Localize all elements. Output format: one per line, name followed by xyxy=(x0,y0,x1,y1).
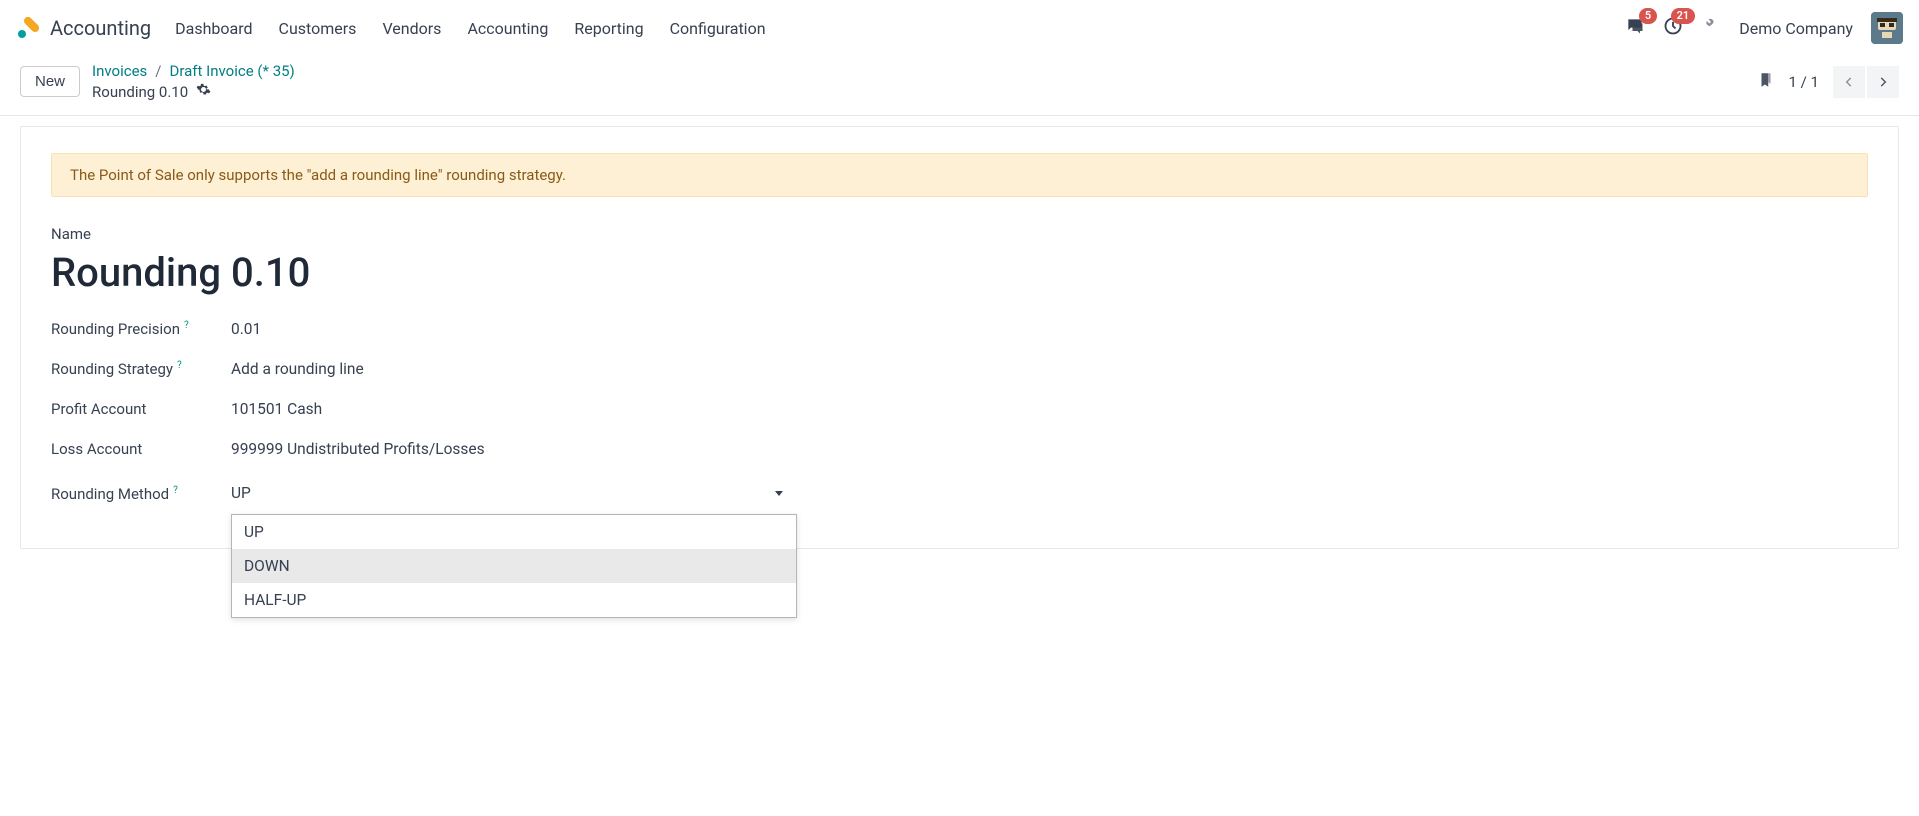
activities-icon[interactable]: 21 xyxy=(1663,16,1683,40)
nav-menu: Dashboard Customers Vendors Accounting R… xyxy=(175,19,765,38)
method-select[interactable]: UP UP DOWN HALF-UP xyxy=(231,480,791,508)
method-option-half-up[interactable]: HALF-UP xyxy=(232,583,796,617)
control-bar: New Invoices / Draft Invoice (* 35) Roun… xyxy=(0,56,1919,115)
strategy-value[interactable]: Add a rounding line xyxy=(231,360,791,378)
method-dropdown: UP DOWN HALF-UP xyxy=(231,514,797,618)
help-icon[interactable]: ? xyxy=(177,360,182,371)
messages-icon[interactable]: 5 xyxy=(1625,16,1645,40)
method-label: Rounding Method? xyxy=(51,485,231,503)
help-icon[interactable]: ? xyxy=(184,320,189,331)
nav-vendors[interactable]: Vendors xyxy=(382,19,441,38)
precision-label: Rounding Precision? xyxy=(51,320,231,338)
profit-account-label: Profit Account xyxy=(51,400,231,418)
strategy-label: Rounding Strategy? xyxy=(51,360,231,378)
chevron-down-icon xyxy=(775,491,783,496)
help-icon[interactable]: ? xyxy=(173,485,178,496)
breadcrumb-separator: / xyxy=(155,62,161,80)
name-value[interactable]: Rounding 0.10 xyxy=(51,249,1868,296)
loss-account-label: Loss Account xyxy=(51,440,231,458)
messages-badge: 5 xyxy=(1639,8,1657,24)
pager-prev-button[interactable] xyxy=(1833,66,1865,98)
app-name[interactable]: Accounting xyxy=(50,16,151,40)
activities-badge: 21 xyxy=(1671,8,1696,24)
breadcrumb: Invoices / Draft Invoice (* 35) Rounding… xyxy=(92,62,295,101)
nav-configuration[interactable]: Configuration xyxy=(670,19,766,38)
loss-account-value[interactable]: 999999 Undistributed Profits/Losses xyxy=(231,440,791,458)
nav-accounting[interactable]: Accounting xyxy=(467,19,548,38)
breadcrumb-invoices[interactable]: Invoices xyxy=(92,62,147,80)
divider xyxy=(0,115,1919,116)
precision-value[interactable]: 0.01 xyxy=(231,320,791,338)
company-name[interactable]: Demo Company xyxy=(1739,19,1853,38)
method-selected-value: UP xyxy=(231,484,251,502)
profit-account-value[interactable]: 101501 Cash xyxy=(231,400,791,418)
nav-customers[interactable]: Customers xyxy=(279,19,357,38)
app-logo-icon[interactable] xyxy=(16,16,40,40)
gear-icon[interactable] xyxy=(196,82,211,101)
pager-text[interactable]: 1 / 1 xyxy=(1789,73,1820,91)
nav-dashboard[interactable]: Dashboard xyxy=(175,19,252,38)
breadcrumb-draft-invoice[interactable]: Draft Invoice (* 35) xyxy=(170,62,295,80)
nav-right: 5 21 Demo Company xyxy=(1625,12,1903,44)
new-button[interactable]: New xyxy=(20,66,80,97)
top-nav: Accounting Dashboard Customers Vendors A… xyxy=(0,0,1919,56)
nav-reporting[interactable]: Reporting xyxy=(574,19,643,38)
method-option-down[interactable]: DOWN xyxy=(232,549,796,583)
method-option-up[interactable]: UP xyxy=(232,515,796,549)
breadcrumb-current: Rounding 0.10 xyxy=(92,83,188,101)
form-sheet: The Point of Sale only supports the "add… xyxy=(20,126,1899,549)
pager-next-button[interactable] xyxy=(1867,66,1899,98)
alert-warning: The Point of Sale only supports the "add… xyxy=(51,153,1868,197)
bookmark-icon[interactable] xyxy=(1757,71,1775,93)
debug-icon[interactable] xyxy=(1701,16,1721,40)
user-avatar[interactable] xyxy=(1871,12,1903,44)
name-label: Name xyxy=(51,225,1868,243)
